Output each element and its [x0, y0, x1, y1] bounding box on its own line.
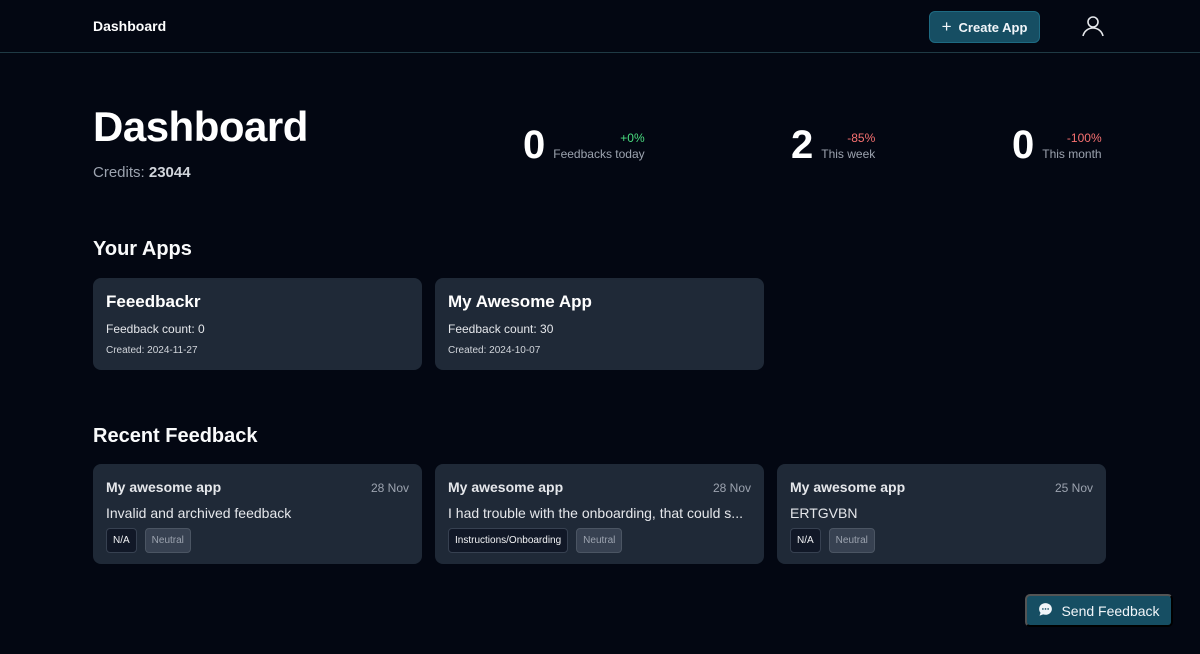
- stat-delta: -85%: [847, 131, 876, 145]
- feedback-card[interactable]: My awesome app 25 Nov ERTGVBN N/A Neutra…: [777, 464, 1106, 564]
- send-feedback-label: Send Feedback: [1061, 602, 1160, 619]
- feedback-text: ERTGVBN: [790, 505, 858, 521]
- sentiment-badge: Neutral: [144, 528, 191, 553]
- feedback-app-name: My awesome app: [106, 479, 222, 495]
- app-card-my-awesome-app[interactable]: My Awesome App Feedback count: 30 Create…: [435, 278, 764, 370]
- stat-this-month: 0 -100% This month: [1012, 122, 1102, 168]
- app-created-date: Created: 2024-11-27: [106, 345, 198, 356]
- stat-value: 0: [523, 123, 546, 167]
- category-badge: N/A: [106, 528, 137, 553]
- sentiment-badge: Neutral: [828, 528, 875, 553]
- stat-value: 2: [791, 123, 814, 167]
- feedback-card[interactable]: My awesome app 28 Nov I had trouble with…: [435, 464, 764, 564]
- app-feedback-count: Feedback count: 30: [448, 322, 554, 336]
- create-app-label: Create App: [958, 19, 1028, 35]
- send-feedback-button[interactable]: Send Feedback: [1025, 594, 1173, 627]
- category-badge: N/A: [790, 528, 821, 553]
- app-name: Feeedbackr: [106, 292, 201, 311]
- app-card-feeedbackr[interactable]: Feeedbackr Feedback count: 0 Created: 20…: [93, 278, 422, 370]
- feedback-card[interactable]: My awesome app 28 Nov Invalid and archiv…: [93, 464, 422, 564]
- feedback-date: 28 Nov: [370, 481, 409, 495]
- user-icon[interactable]: [1081, 14, 1105, 38]
- feedback-text: I had trouble with the onboarding, that …: [448, 505, 743, 521]
- feedback-date: 25 Nov: [1054, 481, 1093, 495]
- app-created-date: Created: 2024-10-07: [448, 345, 541, 356]
- stat-delta: +0%: [620, 131, 645, 145]
- brand-link[interactable]: Dashboard: [93, 18, 166, 34]
- category-badge: Instructions/Onboarding: [448, 528, 569, 553]
- page-title: Dashboard: [93, 103, 308, 150]
- feedback-text: Invalid and archived feedback: [106, 505, 292, 521]
- feedback-app-name: My awesome app: [790, 479, 906, 495]
- stat-this-week: 2 -85% This week: [791, 122, 875, 168]
- credits-display: Credits: 23044: [93, 164, 191, 181]
- your-apps-heading: Your Apps: [93, 238, 192, 260]
- app-feedback-count: Feedback count: 0: [106, 322, 205, 336]
- stat-value: 0: [1012, 123, 1035, 167]
- stat-label: Feedbacks today: [553, 147, 645, 161]
- stat-label: This week: [821, 147, 876, 161]
- app-name: My Awesome App: [448, 292, 592, 311]
- sentiment-badge: Neutral: [576, 528, 623, 553]
- credits-label: Credits:: [93, 164, 145, 181]
- top-navbar: Dashboard + Create App: [0, 0, 1200, 53]
- stat-delta: -100%: [1066, 131, 1102, 145]
- stat-label: This month: [1042, 147, 1102, 161]
- feedback-app-name: My awesome app: [448, 479, 564, 495]
- create-app-button[interactable]: + Create App: [929, 11, 1040, 43]
- feedback-date: 28 Nov: [712, 481, 751, 495]
- credits-value: 23044: [148, 164, 191, 181]
- recent-feedback-heading: Recent Feedback: [93, 425, 258, 447]
- plus-icon: +: [941, 16, 952, 36]
- stat-feedbacks-today: 0 +0% Feedbacks today: [523, 122, 645, 168]
- chat-bubble-icon: [1038, 602, 1053, 620]
